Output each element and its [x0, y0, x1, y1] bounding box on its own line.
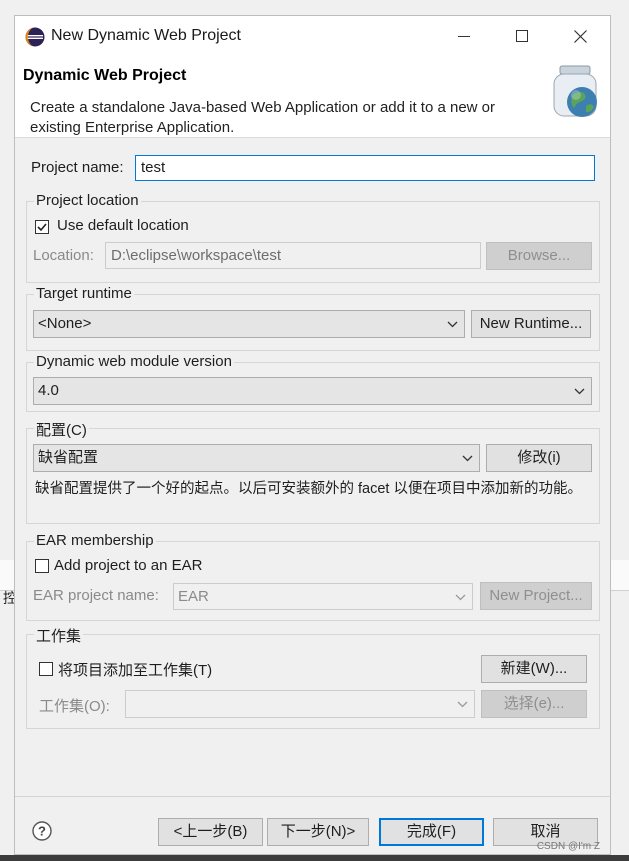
- eclipse-icon: [25, 27, 45, 47]
- wizard-title: Dynamic Web Project: [23, 67, 187, 84]
- configuration-value: 缺省配置: [38, 449, 99, 466]
- wizard-description: Create a standalone Java-based Web Appli…: [30, 99, 496, 136]
- minimize-icon: [458, 36, 470, 37]
- working-sets-group-label: 工作集: [34, 625, 84, 646]
- chevron-down-icon: [457, 701, 468, 708]
- checkmark-icon: [37, 223, 47, 232]
- add-to-working-sets-checkbox[interactable]: [39, 662, 53, 676]
- watermark: CSDN @I'm Z: [536, 841, 600, 852]
- add-to-ear-checkbox[interactable]: [35, 559, 49, 573]
- footer-separator: [15, 796, 610, 797]
- browse-button[interactable]: Browse...: [486, 242, 592, 270]
- use-default-location-label[interactable]: Use default location: [57, 217, 189, 234]
- configuration-group: [26, 428, 600, 524]
- add-to-working-sets-label[interactable]: 将项目添加至工作集(T): [58, 659, 212, 680]
- use-default-location-checkbox[interactable]: [35, 220, 49, 234]
- working-set-select[interactable]: [125, 690, 475, 718]
- svg-text:?: ?: [38, 824, 46, 839]
- ear-project-name-label: EAR project name:: [33, 587, 159, 604]
- add-to-ear-label[interactable]: Add project to an EAR: [54, 557, 202, 574]
- new-project-dialog: New Dynamic Web Project Dynamic Web Proj…: [14, 15, 611, 855]
- project-name-label: Project name:: [31, 159, 124, 176]
- maximize-icon: [516, 30, 528, 42]
- back-button[interactable]: <上一步(B): [158, 818, 263, 846]
- configuration-select[interactable]: 缺省配置: [33, 444, 480, 472]
- chevron-down-icon: [574, 388, 585, 395]
- configuration-description: 缺省配置提供了一个好的起点。以后可安装额外的 facet 以便在项目中添加新的功…: [35, 481, 582, 497]
- ear-membership-group-label: EAR membership: [34, 532, 156, 549]
- background-strip: [0, 855, 629, 861]
- working-set-label: 工作集(O):: [39, 698, 110, 715]
- modify-configuration-button[interactable]: 修改(i): [486, 444, 592, 472]
- target-runtime-value: <None>: [38, 315, 92, 332]
- chevron-down-icon: [447, 321, 458, 328]
- ear-project-name-select[interactable]: EAR: [173, 583, 473, 610]
- maximize-button[interactable]: [498, 20, 546, 52]
- title-bar[interactable]: New Dynamic Web Project: [15, 16, 610, 56]
- module-version-group-label: Dynamic web module version: [34, 353, 234, 370]
- finish-button[interactable]: 完成(F): [379, 818, 484, 846]
- window-title: New Dynamic Web Project: [51, 27, 241, 44]
- ear-project-name-value: EAR: [178, 588, 209, 605]
- location-input[interactable]: D:\eclipse\workspace\test: [105, 242, 481, 269]
- new-runtime-button[interactable]: New Runtime...: [471, 310, 591, 338]
- help-icon[interactable]: ?: [32, 821, 52, 841]
- new-ear-project-button[interactable]: New Project...: [480, 582, 592, 610]
- wizard-banner: Dynamic Web Project Create a standalone …: [15, 56, 610, 138]
- module-version-select[interactable]: 4.0: [33, 377, 592, 405]
- chevron-down-icon: [455, 594, 466, 600]
- project-name-input[interactable]: test: [135, 155, 595, 181]
- configuration-group-label: 配置(C): [34, 419, 89, 440]
- select-working-set-button[interactable]: 选择(e)...: [481, 690, 587, 718]
- next-button[interactable]: 下一步(N)>: [267, 818, 369, 846]
- minimize-button[interactable]: [440, 20, 488, 52]
- new-working-set-button[interactable]: 新建(W)...: [481, 655, 587, 683]
- target-runtime-select[interactable]: <None>: [33, 310, 465, 338]
- target-runtime-group-label: Target runtime: [34, 285, 134, 302]
- close-icon: [573, 29, 587, 43]
- module-version-value: 4.0: [38, 382, 59, 399]
- close-button[interactable]: [556, 20, 604, 52]
- project-location-group-label: Project location: [34, 192, 141, 209]
- location-label: Location:: [33, 247, 94, 264]
- chevron-down-icon: [462, 455, 473, 462]
- web-project-jar-icon: [553, 65, 597, 117]
